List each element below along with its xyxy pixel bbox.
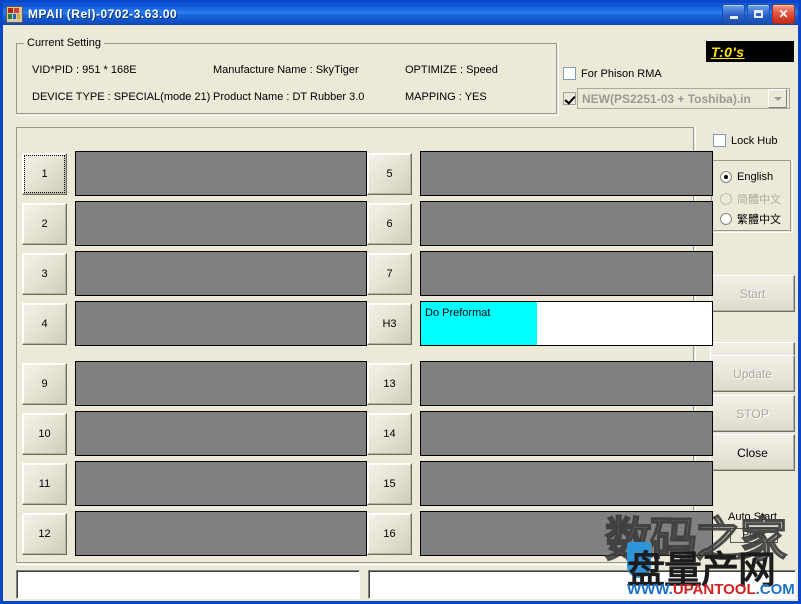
port-button-6[interactable]: 6 <box>367 203 412 245</box>
ports-button[interactable]: Ports <box>730 528 778 543</box>
status-field-right[interactable] <box>368 570 796 599</box>
test-counter-label: T:0's <box>711 44 745 60</box>
lock-hub-checkbox[interactable] <box>713 134 726 147</box>
radio-simplified-chinese-icon <box>720 193 732 205</box>
port-button-10[interactable]: 10 <box>22 413 67 455</box>
lock-hub-row[interactable]: Lock Hub <box>713 134 777 147</box>
config-file-checkbox[interactable] <box>563 92 576 105</box>
port-status-bar-3[interactable] <box>75 251 367 296</box>
close-button[interactable]: ✕ <box>772 4 795 24</box>
port-status-bar-13[interactable] <box>420 361 713 406</box>
port-row: H3 Do Preformat <box>367 301 713 346</box>
radio-traditional-chinese-icon[interactable] <box>720 213 732 225</box>
port-button-4[interactable]: 4 <box>22 303 67 345</box>
language-simplified-chinese-label: 简體中文 <box>737 191 781 207</box>
port-status-bar-1[interactable] <box>75 151 367 196</box>
for-phison-rma-row[interactable]: For Phison RMA <box>563 67 662 80</box>
minimize-icon <box>730 16 738 19</box>
port-row: 16 <box>367 511 713 556</box>
port-row: 4 <box>22 301 367 346</box>
port-status-bar-15[interactable] <box>420 461 713 506</box>
port-status-bar-4[interactable] <box>75 301 367 346</box>
port-status-bar-16[interactable] <box>420 511 713 556</box>
port-row: 5 <box>367 151 713 196</box>
chevron-down-icon[interactable] <box>768 89 787 108</box>
port-status-bar-H3[interactable]: Do Preformat <box>420 301 713 346</box>
port-row: 12 <box>22 511 367 556</box>
vid-pid-value: VID*PID : 951 * 168E <box>32 64 137 76</box>
test-counter-badge: T:0's <box>706 41 794 62</box>
title-bar: MPAll (Rel)-0702-3.63.00 ✕ <box>3 3 798 25</box>
product-name-value: Product Name : DT Rubber 3.0 <box>213 91 364 103</box>
language-option-simplified-chinese: 简體中文 <box>720 191 781 207</box>
port-status-text-H3: Do Preformat <box>425 307 490 319</box>
port-button-12[interactable]: 12 <box>22 513 67 555</box>
port-row: 7 <box>367 251 713 296</box>
port-row: 14 <box>367 411 713 456</box>
title-bar-buttons: ✕ <box>722 4 796 24</box>
language-traditional-chinese-label: 繁體中文 <box>737 211 781 227</box>
port-button-2[interactable]: 2 <box>22 203 67 245</box>
language-english-label: English <box>737 171 773 183</box>
current-setting-panel: Current Setting VID*PID : 951 * 168E DEV… <box>16 43 559 116</box>
port-progress-H3: Do Preformat <box>421 302 537 345</box>
application-window: MPAll (Rel)-0702-3.63.00 ✕ Current Setti… <box>0 0 801 604</box>
language-option-traditional-chinese[interactable]: 繁體中文 <box>720 211 781 227</box>
maximize-icon <box>754 10 763 18</box>
port-status-bar-6[interactable] <box>420 201 713 246</box>
port-status-bar-7[interactable] <box>420 251 713 296</box>
port-status-bar-10[interactable] <box>75 411 367 456</box>
port-row: 9 <box>22 361 367 406</box>
status-field-left[interactable] <box>16 570 360 599</box>
language-group: English 简體中文 繁體中文 <box>711 160 793 233</box>
port-button-16[interactable]: 16 <box>367 513 412 555</box>
port-row: 6 <box>367 201 713 246</box>
port-status-bar-5[interactable] <box>420 151 713 196</box>
current-setting-legend: Current Setting <box>24 37 104 49</box>
for-phison-rma-label: For Phison RMA <box>581 68 662 80</box>
radio-english-icon[interactable] <box>720 171 732 183</box>
port-status-bar-11[interactable] <box>75 461 367 506</box>
stop-button[interactable]: STOP <box>710 395 795 432</box>
port-row: 3 <box>22 251 367 296</box>
port-button-5[interactable]: 5 <box>367 153 412 195</box>
port-button-3[interactable]: 3 <box>22 253 67 295</box>
port-button-H3[interactable]: H3 <box>367 303 412 345</box>
window-title: MPAll (Rel)-0702-3.63.00 <box>28 7 177 21</box>
close-icon: ✕ <box>778 8 788 20</box>
port-button-11[interactable]: 11 <box>22 463 67 505</box>
start-button[interactable]: Start <box>710 275 795 312</box>
port-status-bar-2[interactable] <box>75 201 367 246</box>
config-file-value: NEW(PS2251-03 + Toshiba).in <box>578 92 768 106</box>
minimize-button[interactable] <box>722 4 745 24</box>
port-status-bar-14[interactable] <box>420 411 713 456</box>
port-button-7[interactable]: 7 <box>367 253 412 295</box>
port-row: 15 <box>367 461 713 506</box>
port-button-15[interactable]: 15 <box>367 463 412 505</box>
for-phison-rma-checkbox[interactable] <box>563 67 576 80</box>
auto-start-label: Auto Start <box>710 511 795 523</box>
port-button-1[interactable]: 1 <box>22 153 67 195</box>
language-option-english[interactable]: English <box>720 171 773 183</box>
update-button[interactable]: Update <box>710 355 795 392</box>
port-row: 10 <box>22 411 367 456</box>
port-status-bar-9[interactable] <box>75 361 367 406</box>
port-row: 13 <box>367 361 713 406</box>
port-row: 1 <box>22 151 367 196</box>
config-file-combo[interactable]: NEW(PS2251-03 + Toshiba).in <box>577 88 790 109</box>
port-row: 2 <box>22 201 367 246</box>
port-status-bar-12[interactable] <box>75 511 367 556</box>
port-button-13[interactable]: 13 <box>367 363 412 405</box>
optimize-value: OPTIMIZE : Speed <box>405 64 498 76</box>
port-button-9[interactable]: 9 <box>22 363 67 405</box>
maximize-button[interactable] <box>747 4 770 24</box>
mapping-value: MAPPING : YES <box>405 91 487 103</box>
port-button-14[interactable]: 14 <box>367 413 412 455</box>
lock-hub-label: Lock Hub <box>731 135 777 147</box>
close-dialog-button[interactable]: Close <box>710 434 795 471</box>
manufacture-name-value: Manufacture Name : SkyTiger <box>213 64 359 76</box>
device-type-value: DEVICE TYPE : SPECIAL(mode 21) <box>32 91 210 103</box>
app-icon <box>6 6 23 23</box>
port-row: 11 <box>22 461 367 506</box>
